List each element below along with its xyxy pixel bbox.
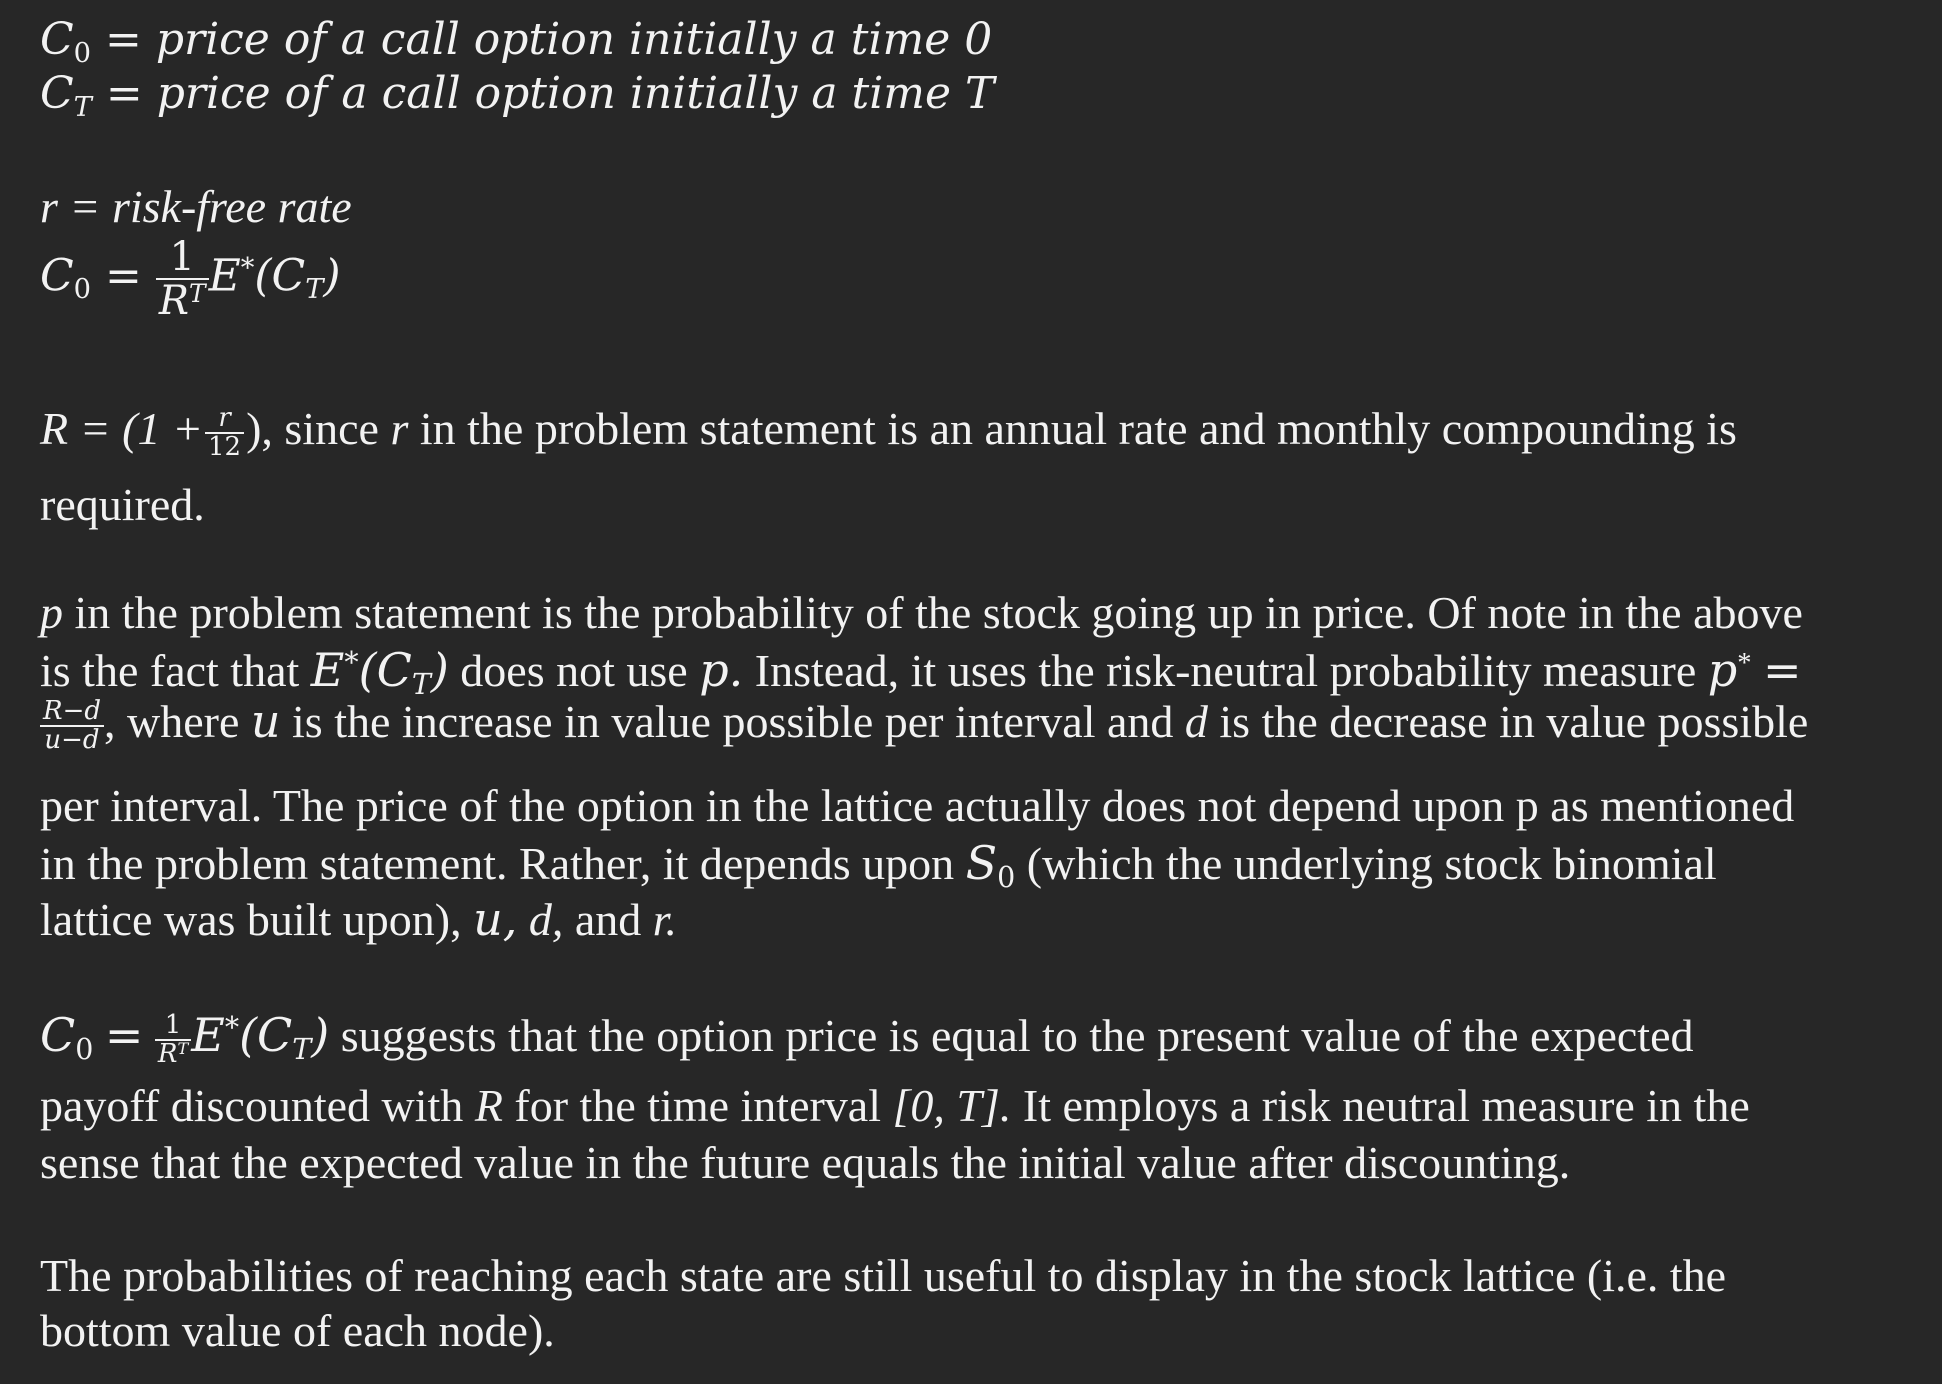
r-compounding-line-1: R = (1 + r 12), since r in the problem sta… bbox=[40, 402, 1737, 463]
r-compounding-line-2: required. bbox=[40, 479, 205, 530]
option-price-formula: C0 = 1 RT E*(CT) bbox=[40, 234, 341, 324]
document-page: C0 = price of a call option initially a … bbox=[0, 0, 1942, 1384]
c0-paragraph-line-3: sense that the expected value in the fut… bbox=[40, 1137, 1571, 1188]
p-paragraph-line-2: is the fact that E*(CT) does not use p. … bbox=[40, 643, 1802, 701]
ct-definition-text: = price of a call option initially a tim… bbox=[105, 68, 995, 119]
p-paragraph-line-3: R−d u−d, where u is the increase in value… bbox=[40, 697, 1808, 755]
c0-paragraph-line-2: payoff discounted with R for the time in… bbox=[40, 1080, 1750, 1131]
p-paragraph-line-6: lattice was built upon), u, d, and r. bbox=[40, 892, 678, 946]
risk-neutral-fraction: R−d u−d bbox=[40, 697, 105, 755]
probabilities-paragraph-line-2: bottom value of each node). bbox=[40, 1305, 555, 1356]
c0-definition-text: = price of a call option initially a tim… bbox=[105, 14, 993, 65]
discount-fraction-inline: 1 RT bbox=[154, 1011, 192, 1069]
p-paragraph-line-1: p in the problem statement is the probab… bbox=[40, 587, 1803, 638]
ct-symbol: C bbox=[40, 68, 74, 119]
ct-definition: CT = price of a call option initially a … bbox=[40, 68, 995, 123]
c0-definition: C0 = price of a call option initially a … bbox=[40, 14, 993, 69]
probabilities-paragraph-line-1: The probabilities of reaching each state… bbox=[40, 1250, 1727, 1301]
p-paragraph-line-4: per interval. The price of the option in… bbox=[40, 780, 1795, 831]
p-paragraph-line-5: in the problem statement. Rather, it dep… bbox=[40, 836, 1717, 894]
c0-symbol: C bbox=[40, 14, 74, 65]
discount-fraction: 1 RT bbox=[155, 236, 209, 322]
c0-paragraph-line-1: C0 = 1 RT E*(CT) suggests that the option … bbox=[40, 1008, 1694, 1070]
r-definition: r = risk-free rate bbox=[40, 181, 352, 232]
